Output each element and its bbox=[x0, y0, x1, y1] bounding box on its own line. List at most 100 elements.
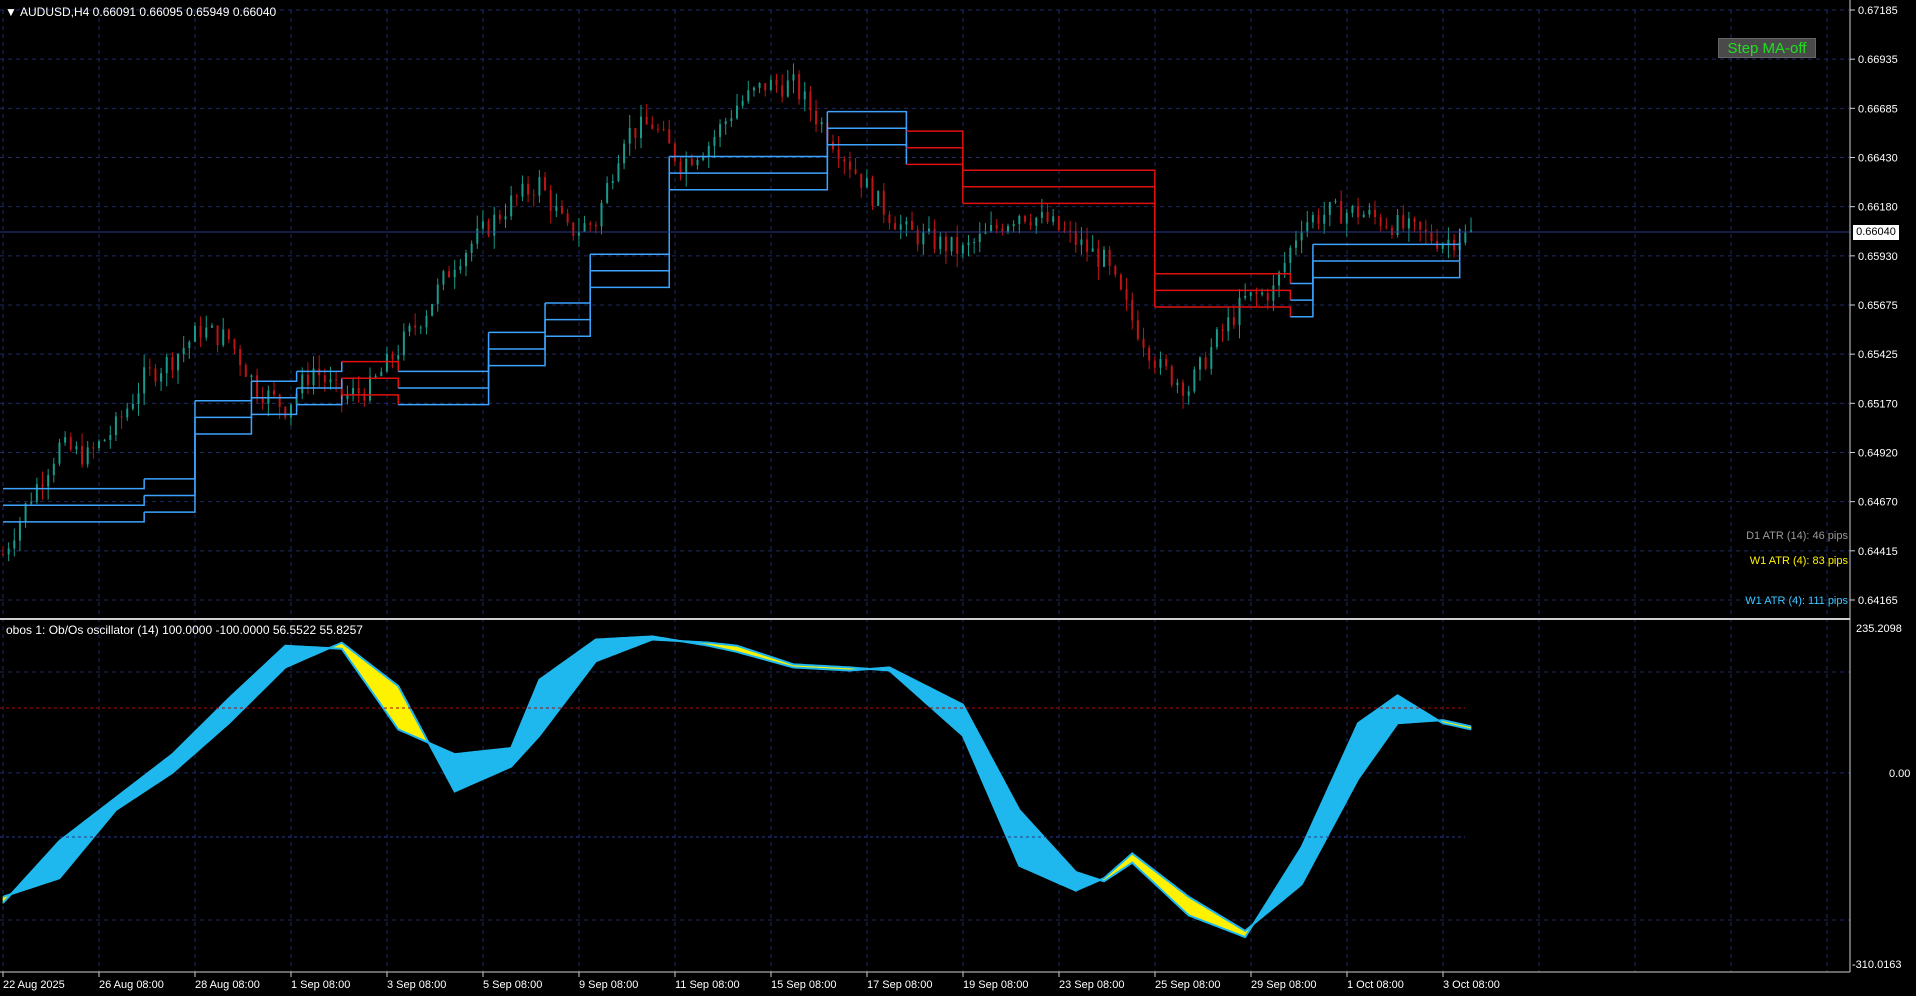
candle-body bbox=[481, 221, 484, 229]
candle-body bbox=[470, 243, 473, 253]
time-tick-label: 3 Sep 08:00 bbox=[387, 979, 446, 991]
candle-body bbox=[1142, 338, 1145, 348]
candle-body bbox=[820, 122, 823, 125]
osc-fill-segment bbox=[1013, 799, 1017, 860]
osc-fill-segment bbox=[499, 748, 503, 773]
candle-body bbox=[137, 393, 140, 404]
step-ma-toggle-button[interactable]: Step MA-off bbox=[1718, 38, 1816, 58]
candle-body bbox=[736, 105, 738, 119]
candle-body bbox=[1424, 229, 1427, 232]
candle-body bbox=[1057, 216, 1060, 231]
osc-fill-segment bbox=[1061, 855, 1065, 887]
candle-body bbox=[1153, 360, 1156, 368]
osc-fill-segment bbox=[70, 829, 74, 866]
candle-body bbox=[871, 178, 874, 206]
trading-chart[interactable]: ▼ AUDUSD,H4 0.66091 0.66095 0.65949 0.66… bbox=[0, 0, 1916, 996]
osc-fill-segment bbox=[392, 681, 396, 727]
osc-bottom-label: -310.0163 bbox=[1852, 959, 1902, 971]
candle-body bbox=[171, 357, 174, 371]
candle-body bbox=[425, 315, 428, 328]
osc-fill-segment bbox=[505, 747, 509, 770]
candle-body bbox=[1210, 347, 1213, 369]
osc-fill-segment bbox=[1052, 846, 1057, 883]
candle-body bbox=[1441, 245, 1444, 249]
osc-fill-segment bbox=[208, 714, 213, 742]
candle-body bbox=[560, 206, 563, 214]
osc-fill-segment bbox=[956, 701, 961, 734]
candle-body bbox=[1272, 285, 1275, 301]
candle-body bbox=[956, 236, 959, 254]
time-tick-label: 25 Sep 08:00 bbox=[1155, 979, 1220, 991]
osc-fill-segment bbox=[234, 689, 238, 719]
candle-body bbox=[476, 228, 479, 244]
candle-body bbox=[1204, 357, 1207, 369]
candle-body bbox=[1413, 218, 1416, 222]
osc-fill-segment bbox=[954, 699, 958, 732]
candle-body bbox=[47, 475, 50, 487]
osc-fill-segment bbox=[1400, 696, 1404, 724]
candle-body bbox=[566, 213, 569, 223]
price-tick-label: 0.66180 bbox=[1858, 202, 1898, 214]
candle-body bbox=[436, 284, 439, 305]
atr-w1-yellow-text: W1 ATR (4): 83 pips bbox=[1750, 555, 1849, 567]
candle-body bbox=[1238, 297, 1241, 326]
time-tick-label: 9 Sep 08:00 bbox=[579, 979, 638, 991]
osc-fill-segment bbox=[620, 637, 625, 652]
osc-fill-segment bbox=[493, 749, 498, 775]
candle-body bbox=[391, 353, 394, 360]
candle-body bbox=[1351, 206, 1354, 213]
osc-fill-segment bbox=[1010, 794, 1014, 853]
candle-body bbox=[250, 375, 253, 378]
candle-body bbox=[1249, 292, 1252, 296]
candle-body bbox=[120, 416, 123, 418]
osc-fill-segment bbox=[948, 696, 952, 727]
osc-fill-segment bbox=[471, 751, 475, 785]
price-tick-label: 0.67185 bbox=[1858, 5, 1898, 17]
candle-body bbox=[58, 442, 61, 464]
osc-fill-segment bbox=[287, 645, 292, 667]
candle-body bbox=[690, 158, 693, 166]
candle-body bbox=[335, 379, 338, 381]
candle-body bbox=[374, 376, 377, 378]
candle-body bbox=[662, 129, 665, 131]
candle-body bbox=[1176, 382, 1179, 386]
osc-fill-segment bbox=[567, 657, 571, 700]
candle-body bbox=[278, 394, 281, 407]
candle-body bbox=[741, 100, 744, 106]
osc-fill-segment bbox=[1047, 840, 1051, 880]
osc-fill-segment bbox=[214, 708, 218, 737]
candle-body bbox=[1131, 299, 1134, 321]
candle-body bbox=[1266, 292, 1269, 301]
candle-body bbox=[769, 79, 772, 91]
candle-body bbox=[1300, 231, 1303, 241]
candle-body bbox=[1052, 216, 1055, 222]
chart-menu-triangle-icon[interactable]: ▼ bbox=[5, 5, 17, 19]
osc-fill-segment bbox=[1194, 899, 1198, 920]
candle-body bbox=[1148, 347, 1151, 361]
osc-fill-segment bbox=[606, 638, 611, 658]
candle-body bbox=[160, 373, 163, 382]
osc-fill-segment bbox=[1035, 827, 1040, 875]
candle-body bbox=[1086, 239, 1089, 252]
osc-fill-segment bbox=[485, 750, 489, 779]
candle-body bbox=[143, 367, 146, 394]
candle-body bbox=[707, 145, 710, 157]
osc-fill-segment bbox=[1380, 704, 1384, 749]
osc-fill-segment bbox=[1397, 694, 1401, 724]
candle-body bbox=[1430, 231, 1433, 242]
candle-body bbox=[1125, 289, 1128, 300]
candle-body bbox=[888, 214, 891, 224]
candle-body bbox=[803, 91, 806, 100]
candle-body bbox=[775, 79, 778, 86]
candle-body bbox=[431, 304, 434, 316]
osc-fill-segment bbox=[951, 698, 955, 729]
osc-fill-segment bbox=[245, 679, 249, 708]
osc-fill-segment bbox=[1405, 700, 1410, 723]
osc-fill-segment bbox=[479, 750, 484, 781]
time-tick-label: 1 Oct 08:00 bbox=[1347, 979, 1404, 991]
osc-fill-segment bbox=[56, 840, 60, 880]
candle-body bbox=[1244, 295, 1247, 298]
candle-body bbox=[267, 390, 270, 404]
candle-body bbox=[1368, 209, 1371, 215]
candle-body bbox=[645, 116, 648, 125]
